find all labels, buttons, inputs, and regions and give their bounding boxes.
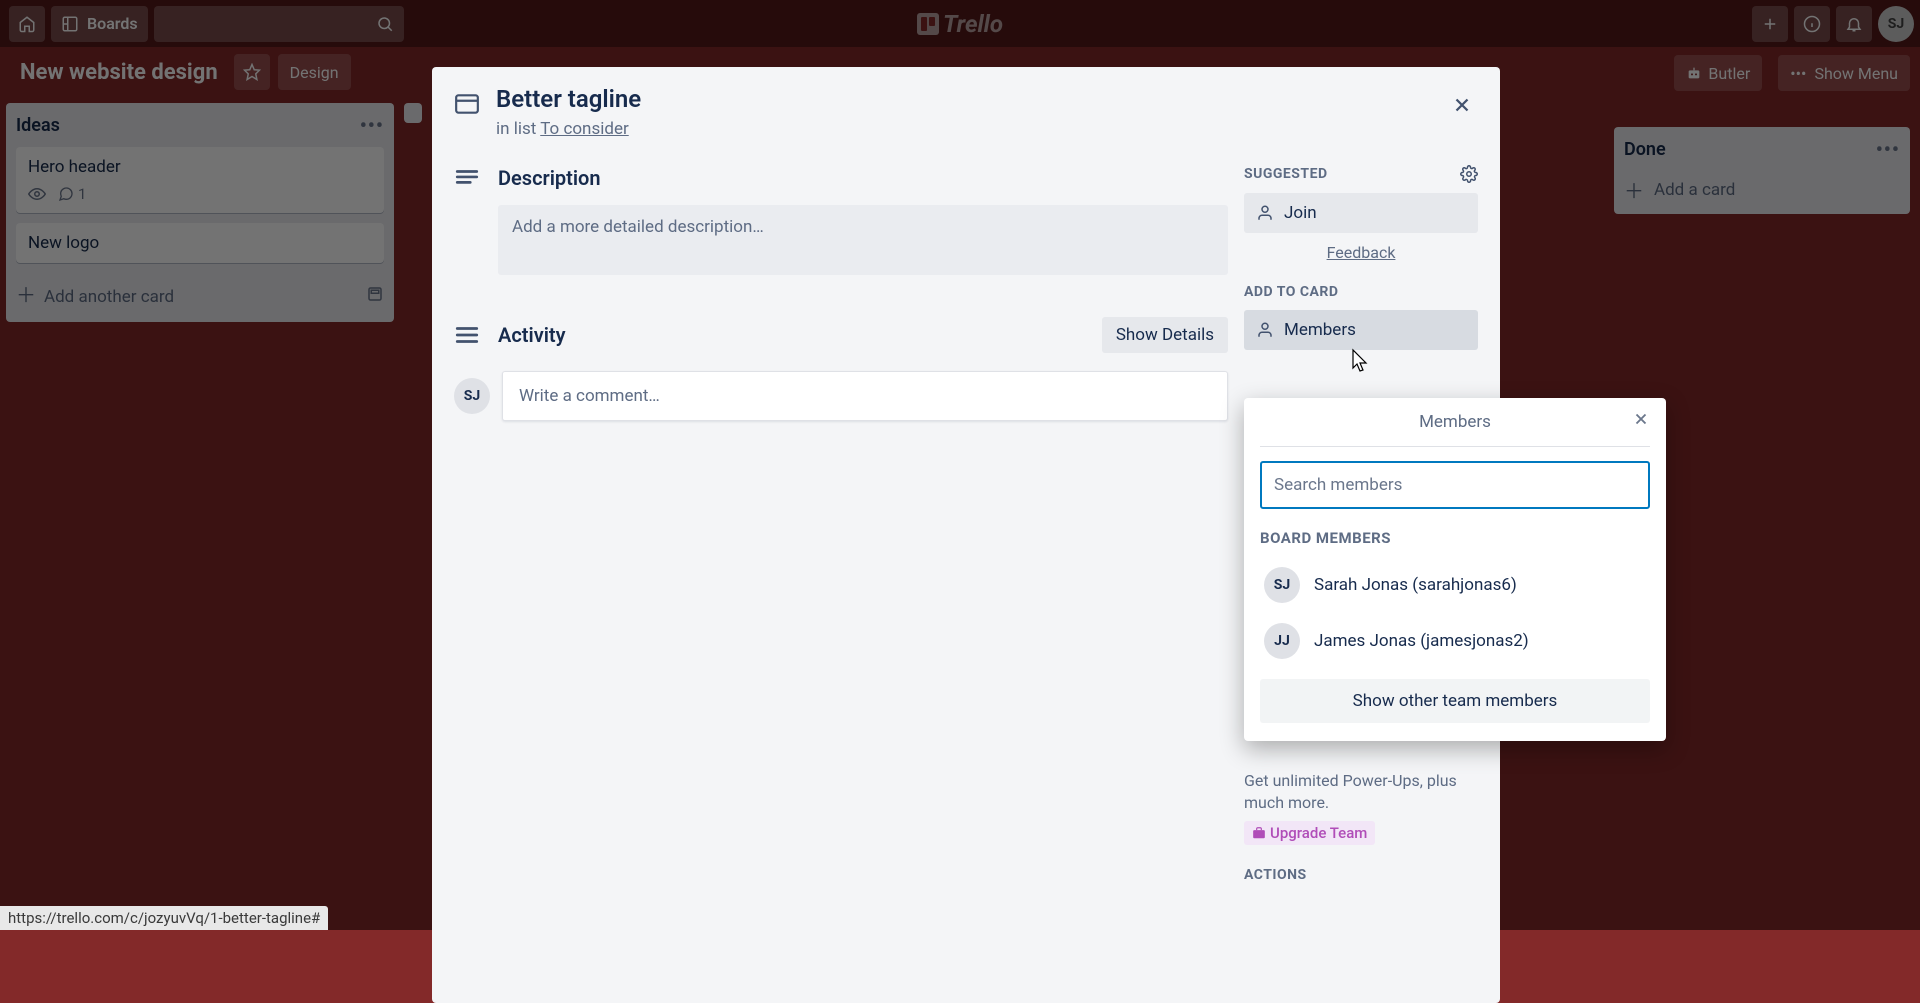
member-row[interactable]: JJ James Jonas (jamesjonas2)	[1260, 613, 1650, 669]
watch-icon	[28, 185, 46, 203]
info-button[interactable]	[1794, 6, 1830, 42]
butler-button[interactable]: Butler	[1674, 55, 1762, 91]
member-row[interactable]: SJ Sarah Jonas (sarahjonas6)	[1260, 557, 1650, 613]
plus-icon	[1761, 15, 1779, 33]
board-title[interactable]: New website design	[10, 60, 228, 85]
star-button[interactable]	[234, 54, 270, 90]
show-details-button[interactable]: Show Details	[1102, 317, 1228, 353]
gear-icon[interactable]	[1460, 165, 1478, 183]
card-text: New logo	[28, 233, 372, 253]
home-icon	[18, 15, 36, 33]
list-title-text[interactable]: Ideas	[16, 115, 60, 136]
butler-icon	[1686, 65, 1702, 81]
home-button[interactable]	[9, 6, 45, 42]
modal-close-button[interactable]	[1442, 85, 1482, 125]
popover-title: Members	[1419, 412, 1491, 432]
comment-icon	[58, 186, 74, 202]
boards-button[interactable]: Boards	[51, 6, 148, 42]
join-button[interactable]: Join	[1244, 193, 1478, 233]
add-another-card[interactable]: ＋Add another card	[16, 275, 384, 312]
bell-icon	[1845, 15, 1863, 33]
popover-close-button[interactable]	[1632, 410, 1650, 428]
show-menu-button[interactable]: ••• Show Menu	[1778, 55, 1910, 91]
list-menu-icon[interactable]: •••	[360, 113, 384, 137]
notifications-button[interactable]	[1836, 6, 1872, 42]
description-title: Description	[498, 166, 601, 190]
user-icon	[1256, 321, 1274, 339]
list-menu-icon[interactable]: •••	[1876, 137, 1900, 161]
close-icon	[1632, 410, 1650, 428]
list-partial	[404, 103, 422, 123]
activity-title: Activity	[498, 323, 566, 347]
add-button[interactable]	[1752, 6, 1788, 42]
members-button[interactable]: Members	[1244, 310, 1478, 350]
boards-icon	[61, 15, 79, 33]
user-icon	[1256, 204, 1274, 222]
show-other-team-members-button[interactable]: Show other team members	[1260, 679, 1650, 723]
upgrade-team-button[interactable]: Upgrade Team	[1244, 821, 1375, 845]
add-to-card-label: ADD TO CARD	[1244, 284, 1338, 300]
card-text: Hero header	[28, 157, 372, 177]
butler-label: Butler	[1708, 64, 1750, 83]
list-title-text[interactable]: Done	[1624, 139, 1666, 160]
activity-icon	[454, 322, 480, 348]
top-header: Boards Trello SJ	[0, 0, 1920, 47]
logo-text: Trello	[943, 10, 1003, 38]
description-icon	[454, 165, 480, 191]
feedback-link[interactable]: Feedback	[1327, 243, 1396, 262]
template-icon[interactable]	[366, 285, 384, 303]
member-name: James Jonas (jamesjonas2)	[1314, 631, 1529, 651]
suggested-label: SUGGESTED	[1244, 166, 1328, 182]
user-avatar[interactable]: SJ	[1878, 6, 1914, 42]
member-name: Sarah Jonas (sarahjonas6)	[1314, 575, 1517, 595]
description-input[interactable]: Add a more detailed description…	[498, 205, 1228, 275]
in-list-label: in list To consider	[496, 119, 641, 139]
in-list-link[interactable]: To consider	[540, 119, 629, 139]
search-icon	[376, 15, 394, 33]
list-done: Done ••• ＋Add a card	[1614, 127, 1910, 214]
search-box[interactable]	[154, 6, 404, 42]
member-avatar: SJ	[1264, 567, 1300, 603]
add-card-done[interactable]: ＋Add a card	[1624, 175, 1900, 204]
members-popover: Members BOARD MEMBERS SJ Sarah Jonas (sa…	[1244, 398, 1666, 741]
upsell-text: Get unlimited Power-Ups, plus much more.	[1244, 770, 1478, 815]
card-icon	[454, 91, 480, 117]
comment-input[interactable]: Write a comment…	[502, 371, 1228, 421]
star-icon	[243, 63, 261, 81]
search-members-input[interactable]	[1260, 461, 1650, 509]
card-new-logo[interactable]: New logo	[16, 223, 384, 263]
list-ideas: Ideas ••• Hero header 1 New logo ＋Add an…	[6, 103, 394, 322]
comments-badge: 1	[58, 185, 86, 203]
logo-icon	[917, 13, 939, 35]
trello-logo[interactable]: Trello	[917, 10, 1003, 38]
actions-label: ACTIONS	[1244, 867, 1307, 883]
show-menu-label: Show Menu	[1814, 64, 1898, 83]
status-bar-url: https://trello.com/c/jozyuvVq/1-better-t…	[0, 906, 328, 930]
team-button[interactable]: Design	[278, 54, 351, 90]
boards-label: Boards	[87, 14, 138, 33]
member-avatar: JJ	[1264, 623, 1300, 659]
close-icon	[1451, 94, 1473, 116]
menu-dots-icon: •••	[1790, 64, 1806, 83]
comment-avatar: SJ	[454, 378, 490, 414]
card-hero-header[interactable]: Hero header 1	[16, 147, 384, 213]
briefcase-icon	[1252, 826, 1266, 840]
card-modal-title[interactable]: Better tagline	[496, 85, 641, 113]
info-icon	[1803, 15, 1821, 33]
board-members-label: BOARD MEMBERS	[1260, 529, 1650, 547]
